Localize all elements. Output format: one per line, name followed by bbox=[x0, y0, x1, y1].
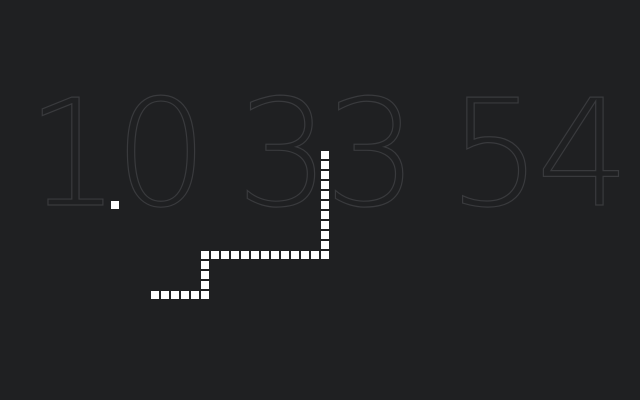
snake-segment bbox=[321, 191, 329, 199]
food-pellet bbox=[111, 201, 119, 209]
snake-segment bbox=[201, 251, 209, 259]
snake-segment bbox=[321, 211, 329, 219]
snake-segment bbox=[281, 251, 289, 259]
snake-head bbox=[321, 151, 329, 159]
game-board[interactable] bbox=[0, 0, 640, 400]
snake-segment bbox=[271, 251, 279, 259]
snake-segment bbox=[231, 251, 239, 259]
snake-segment bbox=[321, 161, 329, 169]
snake-segment bbox=[171, 291, 179, 299]
snake-segment bbox=[191, 291, 199, 299]
snake-segment bbox=[251, 251, 259, 259]
snake-segment bbox=[161, 291, 169, 299]
snake-segment bbox=[291, 251, 299, 259]
snake-segment bbox=[241, 251, 249, 259]
snake-segment bbox=[321, 221, 329, 229]
snake-segment bbox=[261, 251, 269, 259]
snake-segment bbox=[321, 241, 329, 249]
snake-segment bbox=[321, 231, 329, 239]
snake-segment bbox=[301, 251, 309, 259]
snake-segment bbox=[181, 291, 189, 299]
snake-segment bbox=[201, 271, 209, 279]
snake-segment bbox=[311, 251, 319, 259]
snake-segment bbox=[201, 261, 209, 269]
snake-segment bbox=[321, 181, 329, 189]
snake-segment bbox=[151, 291, 159, 299]
snake-segment bbox=[221, 251, 229, 259]
snake-segment bbox=[211, 251, 219, 259]
snake-segment bbox=[201, 291, 209, 299]
snake-segment bbox=[321, 201, 329, 209]
snake-segment bbox=[201, 281, 209, 289]
snake-segment bbox=[321, 251, 329, 259]
game-stage[interactable]: 10 33 54 bbox=[0, 0, 640, 400]
snake-segment bbox=[321, 171, 329, 179]
